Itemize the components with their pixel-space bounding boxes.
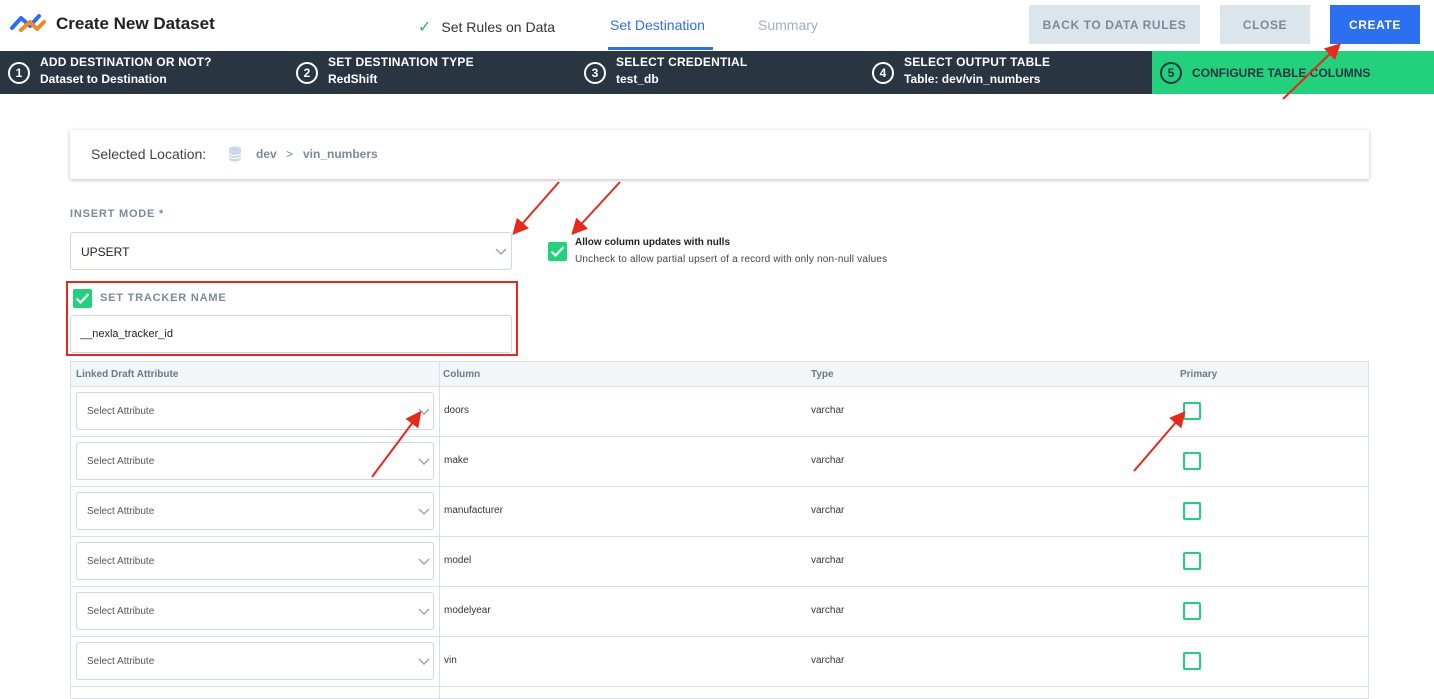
step-title: SET DESTINATION TYPE (328, 55, 474, 69)
table-row: Select Attribute model varchar (71, 537, 1368, 587)
logo-icon (10, 14, 46, 32)
attribute-select[interactable]: Select Attribute (76, 592, 434, 630)
step-title: SELECT CREDENTIAL (616, 55, 748, 69)
attribute-select-placeholder: Select Attribute (87, 656, 155, 667)
attribute-select-placeholder: Select Attribute (87, 456, 155, 467)
attribute-select[interactable]: Select Attribute (76, 392, 434, 430)
checkmark-icon (550, 246, 565, 258)
attribute-select[interactable]: Select Attribute (76, 492, 434, 530)
selected-location-label: Selected Location: (91, 146, 207, 162)
database-icon (228, 146, 242, 162)
checkmark-icon: ✓ (418, 19, 432, 36)
step-number: 3 (584, 62, 606, 84)
chevron-down-icon (495, 248, 507, 256)
set-tracker-name-checkbox[interactable] (73, 289, 92, 308)
table-row: Select Attribute doors varchar (71, 387, 1368, 437)
tab-set-rules[interactable]: ✓ Set Rules on Data (418, 17, 555, 37)
chevron-down-icon (418, 608, 430, 616)
column-mapping-table: Linked Draft Attribute Column Type Prima… (70, 361, 1369, 699)
checkmark-icon (75, 293, 90, 305)
insert-mode-value: UPSERT (81, 245, 130, 259)
top-header: Create New Dataset ✓ Set Rules on Data Se… (0, 0, 1434, 51)
tracker-name-input[interactable] (70, 315, 512, 353)
column-type: varchar (811, 455, 845, 466)
primary-key-checkbox[interactable] (1183, 552, 1201, 570)
column-name: manufacturer (444, 505, 503, 516)
column-divider (439, 362, 440, 698)
tab-set-destination[interactable]: Set Destination (610, 17, 705, 33)
set-tracker-name-label: SET TRACKER NAME (100, 292, 227, 304)
primary-key-checkbox[interactable] (1183, 452, 1201, 470)
tab-summary[interactable]: Summary (758, 17, 818, 33)
step-title: CONFIGURE TABLE COLUMNS (1192, 66, 1371, 80)
chevron-down-icon (418, 408, 430, 416)
annotation-arrow (512, 181, 560, 236)
attribute-select-placeholder: Select Attribute (87, 556, 155, 567)
active-tab-indicator (608, 47, 713, 50)
step-title: ADD DESTINATION OR NOT? (40, 55, 212, 69)
attribute-select[interactable]: Select Attribute (76, 642, 434, 680)
close-button[interactable]: CLOSE (1220, 5, 1310, 44)
app-root: Create New Dataset ✓ Set Rules on Data Se… (0, 0, 1434, 699)
header-linked-attribute: Linked Draft Attribute (76, 369, 179, 380)
header-primary: Primary (1180, 369, 1218, 380)
column-type: varchar (811, 405, 845, 416)
step-subtitle: Dataset to Destination (40, 72, 167, 86)
allow-null-updates-checkbox[interactable] (548, 242, 567, 261)
attribute-select-placeholder: Select Attribute (87, 406, 155, 417)
chevron-down-icon (418, 458, 430, 466)
column-type: varchar (811, 505, 845, 516)
attribute-select[interactable]: Select Attribute (76, 442, 434, 480)
insert-mode-select[interactable]: UPSERT (70, 232, 512, 270)
wizard-stepper: 1 ADD DESTINATION OR NOT? Dataset to Des… (0, 51, 1434, 94)
step-subtitle: Table: dev/vin_numbers (904, 72, 1041, 86)
column-name: model (444, 555, 472, 566)
selected-location-card: Selected Location: dev > vin_numbers (70, 130, 1369, 179)
allow-null-updates-hint: Uncheck to allow partial upsert of a rec… (575, 254, 888, 265)
annotation-arrow (571, 181, 621, 235)
table-row: Select Attribute manufacturer varchar (71, 487, 1368, 537)
breadcrumb-table[interactable]: vin_numbers (303, 147, 378, 161)
allow-null-updates-label: Allow column updates with nulls (575, 237, 731, 248)
breadcrumb-database[interactable]: dev (256, 147, 277, 161)
column-name: doors (444, 405, 470, 416)
primary-key-checkbox[interactable] (1183, 502, 1201, 520)
attribute-select-placeholder: Select Attribute (87, 506, 155, 517)
page-title: Create New Dataset (56, 14, 215, 33)
table-row: Select Attribute make varchar (71, 437, 1368, 487)
table-row: Select Attribute vin varchar (71, 637, 1368, 687)
step-number: 2 (296, 62, 318, 84)
attribute-select-placeholder: Select Attribute (87, 606, 155, 617)
header-column: Column (443, 369, 481, 380)
table-header: Linked Draft Attribute Column Type Prima… (71, 362, 1368, 387)
step-number: 4 (872, 62, 894, 84)
step-subtitle: test_db (616, 72, 659, 86)
chevron-down-icon (418, 508, 430, 516)
column-type: varchar (811, 605, 845, 616)
step-number: 5 (1160, 62, 1182, 84)
primary-key-checkbox[interactable] (1183, 402, 1201, 420)
table-row: Select Attribute modelyear varchar (71, 587, 1368, 637)
create-button[interactable]: CREATE (1330, 5, 1420, 44)
column-name: modelyear (444, 605, 491, 616)
step-title: SELECT OUTPUT TABLE (904, 55, 1051, 69)
column-type: varchar (811, 655, 845, 666)
primary-key-checkbox[interactable] (1183, 602, 1201, 620)
attribute-select[interactable]: Select Attribute (76, 542, 434, 580)
chevron-down-icon (418, 558, 430, 566)
header-type: Type (811, 369, 834, 380)
chevron-down-icon (418, 658, 430, 666)
column-name: make (444, 455, 469, 466)
stepper-step-5[interactable]: 5 CONFIGURE TABLE COLUMNS (1152, 51, 1434, 94)
column-type: varchar (811, 555, 845, 566)
column-name: vin (444, 655, 457, 666)
primary-key-checkbox[interactable] (1183, 652, 1201, 670)
back-to-data-rules-button[interactable]: BACK TO DATA RULES (1029, 5, 1200, 44)
breadcrumb-separator: > (286, 147, 294, 161)
insert-mode-label: INSERT MODE * (70, 208, 165, 220)
step-number: 1 (8, 62, 30, 84)
tab-set-rules-label: Set Rules on Data (441, 19, 556, 35)
step-subtitle: RedShift (328, 72, 378, 86)
